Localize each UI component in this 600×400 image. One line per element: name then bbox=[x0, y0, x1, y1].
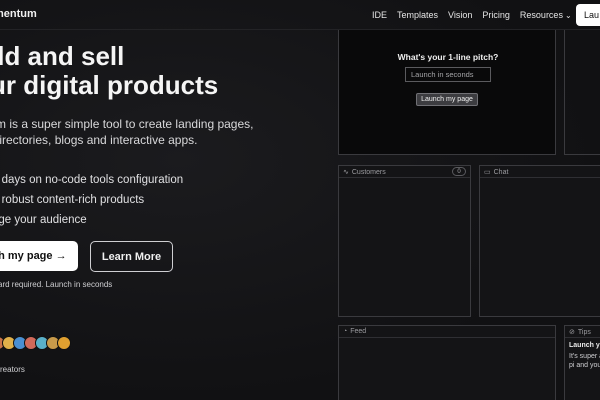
feature-item: d robust content-rich products bbox=[0, 194, 145, 206]
feed-panel: ◔ Feed bbox=[338, 325, 556, 400]
customers-header: ∿ Customers bbox=[339, 166, 470, 178]
nav-link-vision[interactable]: Vision bbox=[448, 10, 472, 20]
brand-logo[interactable]: mentum bbox=[0, 8, 37, 20]
tips-text: It's super a 1-line pi and you'r bbox=[569, 353, 600, 369]
launch-my-page-button[interactable]: ch my page → bbox=[0, 241, 78, 271]
hero-subtitle: tum is a super simple tool to create lan… bbox=[0, 116, 276, 148]
chevron-down-icon: ⌄ bbox=[564, 11, 572, 20]
tips-panel: ⊘Tips Launch y It's super a 1-line pi an… bbox=[564, 325, 600, 400]
creator-avatars bbox=[0, 336, 71, 350]
nav-link-ide[interactable]: IDE bbox=[372, 10, 387, 20]
hero-title: ild and sell ur digital products bbox=[0, 42, 290, 100]
feed-header: ◔ Feed bbox=[339, 326, 555, 338]
hero-title-line-2: ur digital products bbox=[0, 70, 219, 100]
preview-side-panel bbox=[564, 30, 600, 155]
hero-subtitle-line-2: t directories, blogs and interactive app… bbox=[0, 133, 198, 147]
tips-title: Launch y bbox=[569, 342, 600, 349]
customers-label: Customers bbox=[351, 169, 386, 176]
tips-label: Tips bbox=[577, 329, 591, 336]
nav-link-pricing[interactable]: Pricing bbox=[482, 10, 510, 20]
pitch-question: What's your 1-line pitch? bbox=[397, 52, 499, 62]
compass-icon: ⊘ bbox=[569, 329, 575, 336]
nav-link-resources-label: Resources bbox=[519, 10, 563, 20]
tips-content: Launch y It's super a 1-line pi and you'… bbox=[569, 341, 600, 370]
nav-launch-button[interactable]: Lau bbox=[576, 4, 600, 26]
preview-launch-button[interactable]: Launch my page bbox=[416, 93, 478, 106]
feature-list: e days on no-code tools configuration d … bbox=[0, 170, 183, 230]
nav-link-templates[interactable]: Templates bbox=[397, 10, 438, 20]
customers-count-badge: 0 bbox=[452, 167, 466, 176]
creators-label: creators bbox=[0, 365, 25, 374]
pitch-input[interactable]: Launch in seconds bbox=[405, 67, 491, 82]
chat-header: ▭ Chat bbox=[480, 166, 600, 178]
hero-subtitle-line-1: tum is a super simple tool to create lan… bbox=[0, 117, 254, 131]
top-nav: mentum IDE Templates Vision Pricing Reso… bbox=[0, 0, 600, 30]
nav-link-resources[interactable]: Resources ⌄ bbox=[520, 10, 572, 20]
learn-more-button[interactable]: Learn More bbox=[90, 241, 173, 272]
no-card-note: card required. Launch in seconds bbox=[0, 280, 113, 289]
app-root: mentum IDE Templates Vision Pricing Reso… bbox=[0, 0, 600, 400]
chat-bubble-icon: ▭ bbox=[484, 169, 491, 176]
feature-item: e days on no-code tools configuration bbox=[0, 174, 184, 186]
rss-icon: ◔ bbox=[343, 328, 348, 335]
feed-label: Feed bbox=[350, 328, 367, 335]
customers-panel: ∿ Customers 0 bbox=[338, 165, 471, 317]
nav-links: IDE Templates Vision Pricing Resources ⌄ bbox=[372, 10, 572, 20]
chat-label: Chat bbox=[493, 169, 509, 176]
tips-header: ⊘ Tips bbox=[565, 326, 600, 338]
avatar bbox=[57, 336, 71, 350]
chat-panel: ▭ Chat bbox=[479, 165, 600, 317]
hero-title-line-1: ild and sell bbox=[0, 41, 125, 71]
activity-icon: ∿ bbox=[343, 169, 349, 176]
pitch-preview: What's your 1-line pitch? Launch in seco… bbox=[338, 30, 556, 155]
feature-item: age your audience bbox=[0, 214, 87, 226]
